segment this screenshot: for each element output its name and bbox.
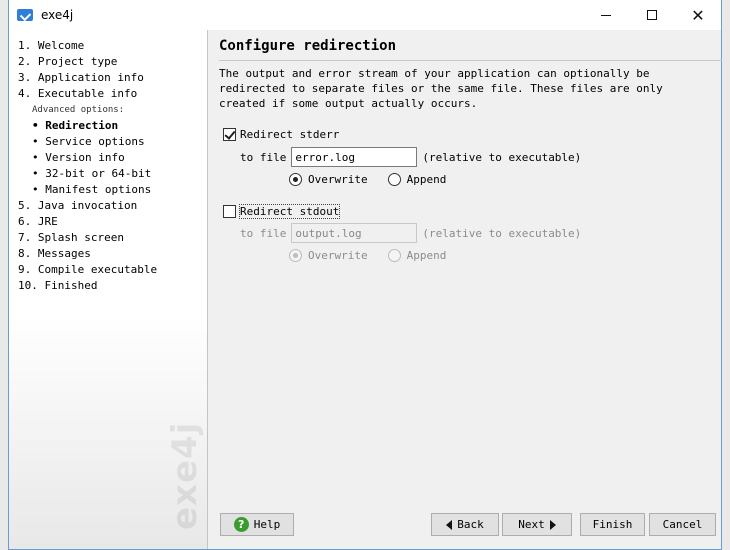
stdout-overwrite-radio [289, 249, 302, 262]
stderr-relative-note: (relative to executable) [422, 150, 582, 164]
sidebar-step: 10. Finished [18, 279, 98, 292]
stderr-append-label[interactable]: Append [407, 173, 447, 186]
redirect-stderr-row[interactable]: Redirect stderr [223, 128, 339, 141]
sidebar-step: 3. Application info [18, 71, 144, 84]
arrow-right-icon [549, 519, 556, 530]
stdout-mode-radios: Overwrite Append [289, 249, 460, 262]
redirect-stderr-checkbox[interactable] [223, 128, 236, 141]
stdout-file-row: to file (relative to executable) [240, 223, 581, 243]
wizard-steps-sidebar: 1. Welcome 2. Project type 3. Application … [9, 30, 208, 549]
help-button-label: Help [253, 518, 281, 531]
close-icon: ✕ [691, 5, 705, 25]
stderr-to-file-label: to file [240, 150, 287, 164]
arrow-left-icon [446, 519, 453, 530]
sidebar-step: • Version info [32, 151, 125, 164]
sidebar-step: Advanced options: [32, 105, 125, 115]
window-title: exe4j [41, 8, 74, 22]
wizard-footer: ? Help Back Next Finish Cancel [209, 510, 722, 549]
stderr-overwrite-label[interactable]: Overwrite [308, 173, 368, 186]
title-bar[interactable]: exe4j ✕ [9, 0, 721, 30]
stdout-overwrite-label: Overwrite [308, 249, 368, 262]
sidebar-step: 1. Welcome [18, 39, 85, 52]
sidebar-step: • 32-bit or 64-bit [32, 167, 152, 180]
stdout-to-file-label: to file [240, 226, 287, 240]
maximize-icon [647, 10, 657, 20]
finish-button-label: Finish [592, 518, 633, 531]
sidebar-step: 9. Compile executable [18, 263, 158, 276]
stdout-file-input [291, 223, 418, 243]
stderr-file-row: to file (relative to executable) [240, 147, 581, 167]
intro-text: The output and error stream of your appl… [219, 67, 663, 110]
background-app-strip-right [722, 0, 730, 550]
minimize-icon [601, 14, 611, 16]
sidebar-step: 5. Java invocation [18, 199, 138, 212]
stdout-append-label: Append [406, 249, 447, 262]
sidebar-step: 8. Messages [18, 247, 91, 260]
exe4j-watermark-logo: exe4j [165, 421, 205, 530]
exe4j-app-icon [17, 9, 33, 21]
sidebar-step: • Redirection [32, 119, 119, 132]
redirect-stdout-label[interactable]: Redirect stdout [238, 204, 341, 219]
stderr-append-radio[interactable] [387, 173, 401, 186]
back-button-label: Back [457, 518, 484, 531]
redirect-stdout-checkbox[interactable] [223, 205, 236, 218]
finish-button[interactable]: Finish [580, 513, 645, 536]
sidebar-step: 7. Splash screen [18, 231, 124, 244]
stderr-overwrite-radio[interactable] [289, 173, 302, 186]
minimize-button[interactable] [583, 0, 629, 30]
sidebar-step: 2. Project type [18, 55, 118, 68]
redirect-stderr-label[interactable]: Redirect stderr [240, 128, 339, 141]
exe4j-wizard-window: exe4j ✕ 1. Welcome 2. Project type 3. Appl… [8, 0, 722, 550]
sidebar-step: 4. Executable info [18, 87, 138, 100]
sidebar-step: 6. JRE [18, 215, 58, 228]
cancel-button[interactable]: Cancel [649, 513, 716, 536]
stderr-file-input[interactable] [291, 147, 418, 167]
cancel-button-label: Cancel [662, 518, 703, 531]
sidebar-step: • Manifest options [32, 183, 152, 196]
help-button[interactable]: ? Help [220, 513, 294, 536]
stdout-relative-note: (relative to executable) [422, 226, 582, 240]
maximize-button[interactable] [629, 0, 675, 30]
help-icon: ? [233, 517, 249, 532]
sidebar-step: • Service options [32, 135, 145, 148]
close-button[interactable]: ✕ [675, 0, 721, 30]
next-button[interactable]: Next [502, 513, 572, 536]
background-app-strip [0, 0, 8, 550]
redirect-stdout-row[interactable]: Redirect stdout [223, 204, 341, 219]
main-panel: Configure redirection The output and err… [209, 30, 722, 510]
stdout-append-radio [387, 249, 401, 262]
page-title: Configure redirection [219, 38, 397, 54]
next-button-label: Next [518, 518, 545, 531]
steps-list: 1. Welcome 2. Project type 3. Application … [9, 30, 207, 294]
back-button[interactable]: Back [431, 513, 499, 536]
stderr-mode-radios: Overwrite Append [289, 173, 460, 186]
title-divider [219, 60, 722, 61]
